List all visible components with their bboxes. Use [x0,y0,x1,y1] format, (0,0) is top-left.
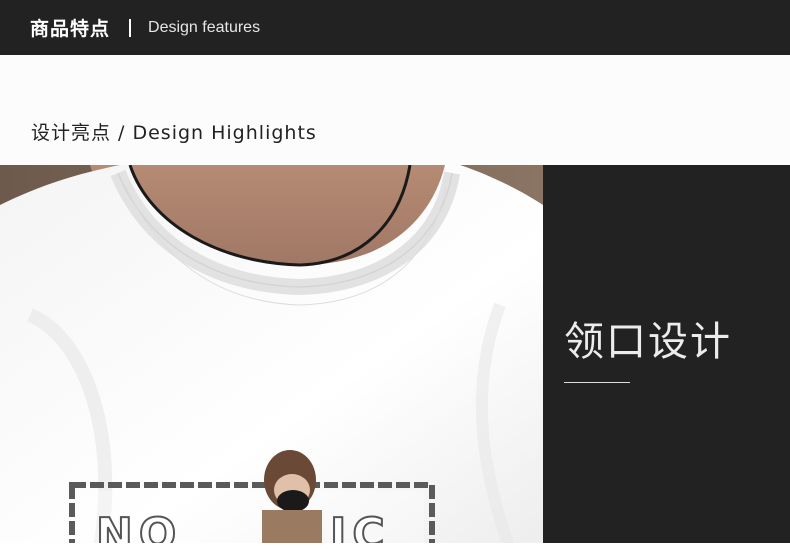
section-header [0,55,790,165]
bottom-strip [0,543,790,549]
header-title-en: Design features [148,18,261,36]
section-heading: 设计亮点 / Design Highlights [31,122,317,144]
header-bar: 商品特点 Design features [0,0,790,55]
feature-panel: 领口设计 [543,165,790,549]
feature-underline [564,382,630,383]
feature-title: 领口设计 [564,319,732,365]
header-separator [129,18,132,37]
header-title-cn: 商品特点 [30,18,111,40]
tshirt-collar-image: NO IC [0,165,543,549]
product-photo: NO IC [0,165,543,549]
